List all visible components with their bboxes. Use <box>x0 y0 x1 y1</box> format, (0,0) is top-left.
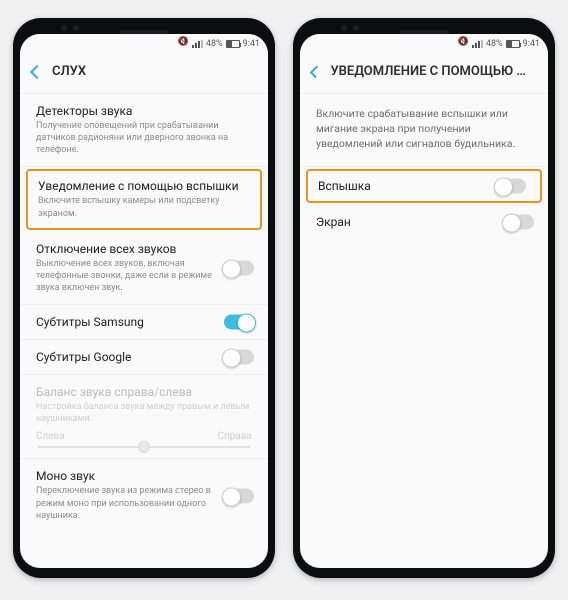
item-subtitle: Получение оповещений при срабатывании да… <box>36 120 252 156</box>
page-title: УВЕДОМЛЕНИЕ С ПОМОЩЬЮ ВСПЫШКИ <box>330 64 534 79</box>
toggle-screen[interactable] <box>504 214 534 229</box>
item-subtitles-samsung[interactable]: Субтитры Samsung <box>20 305 268 340</box>
toggle-subtitles-google[interactable] <box>224 350 254 365</box>
app-header: СЛУХ <box>20 54 268 94</box>
phone-right: 48% 9:41 УВЕДОМЛЕНИЕ С ПОМОЩЬЮ ВСПЫШКИ В… <box>293 18 555 578</box>
item-title: Субтитры Google <box>36 350 216 364</box>
item-subtitle: Настройка баланса звука между правым и л… <box>36 401 252 425</box>
screen-left: 48% 9:41 СЛУХ Детекторы звука Получение … <box>20 34 268 568</box>
battery-percent: 48% <box>206 39 223 49</box>
balance-right-label: Справа <box>218 431 253 442</box>
mute-icon <box>180 40 189 49</box>
balance-left-label: Слева <box>36 431 65 442</box>
signal-icon <box>472 40 483 48</box>
mute-icon <box>460 40 469 49</box>
toggle-flash[interactable] <box>496 178 526 193</box>
item-title: Вспышка <box>318 179 494 193</box>
page-description: Включите срабатывание вспышки или мигани… <box>300 94 548 167</box>
signal-icon <box>192 40 203 48</box>
item-title: Отключение всех звуков <box>36 242 216 256</box>
back-icon[interactable] <box>30 64 44 78</box>
toggle-mute-all[interactable] <box>224 260 254 275</box>
item-title: Уведомление с помощью вспышки <box>38 179 250 193</box>
toggle-subtitles-samsung[interactable] <box>224 315 254 330</box>
item-sound-detectors[interactable]: Детекторы звука Получение оповещений при… <box>20 94 268 167</box>
item-mute-all[interactable]: Отключение всех звуков Выключение всех з… <box>20 232 268 305</box>
item-title: Экран <box>316 215 496 229</box>
item-mono-sound[interactable]: Моно звук Переключение звука из режима с… <box>20 459 268 531</box>
item-flash[interactable]: Вспышка <box>306 169 542 203</box>
item-subtitle: Выключение всех звуков, включая телефонн… <box>36 258 216 294</box>
item-subtitles-google[interactable]: Субтитры Google <box>20 340 268 375</box>
item-title: Детекторы звука <box>36 104 252 118</box>
app-header: УВЕДОМЛЕНИЕ С ПОМОЩЬЮ ВСПЫШКИ <box>300 54 548 94</box>
item-title: Баланс звука справа/слева <box>36 385 252 399</box>
page-title: СЛУХ <box>52 64 86 79</box>
balance-slider <box>38 446 250 448</box>
battery-icon <box>506 40 520 48</box>
phone-left: 48% 9:41 СЛУХ Детекторы звука Получение … <box>13 18 275 578</box>
toggle-mono-sound[interactable] <box>224 488 254 503</box>
status-bar: 48% 9:41 <box>20 34 268 54</box>
item-flash-notification[interactable]: Уведомление с помощью вспышки Включите в… <box>26 169 262 229</box>
clock: 9:41 <box>523 39 540 49</box>
item-subtitle: Переключение звука из режима стерео в ре… <box>36 485 216 521</box>
screen-right: 48% 9:41 УВЕДОМЛЕНИЕ С ПОМОЩЬЮ ВСПЫШКИ В… <box>300 34 548 568</box>
slider-thumb <box>138 441 150 453</box>
battery-percent: 48% <box>486 39 503 49</box>
item-subtitle: Включите вспышку камеры или подсветку эк… <box>38 195 250 219</box>
item-title: Субтитры Samsung <box>36 315 216 329</box>
item-screen[interactable]: Экран <box>300 205 548 239</box>
status-bar: 48% 9:41 <box>300 34 548 54</box>
clock: 9:41 <box>243 39 260 49</box>
item-title: Моно звук <box>36 469 216 483</box>
back-icon[interactable] <box>310 65 323 78</box>
battery-icon <box>226 40 240 48</box>
item-sound-balance: Баланс звука справа/слева Настройка бала… <box>20 375 268 459</box>
